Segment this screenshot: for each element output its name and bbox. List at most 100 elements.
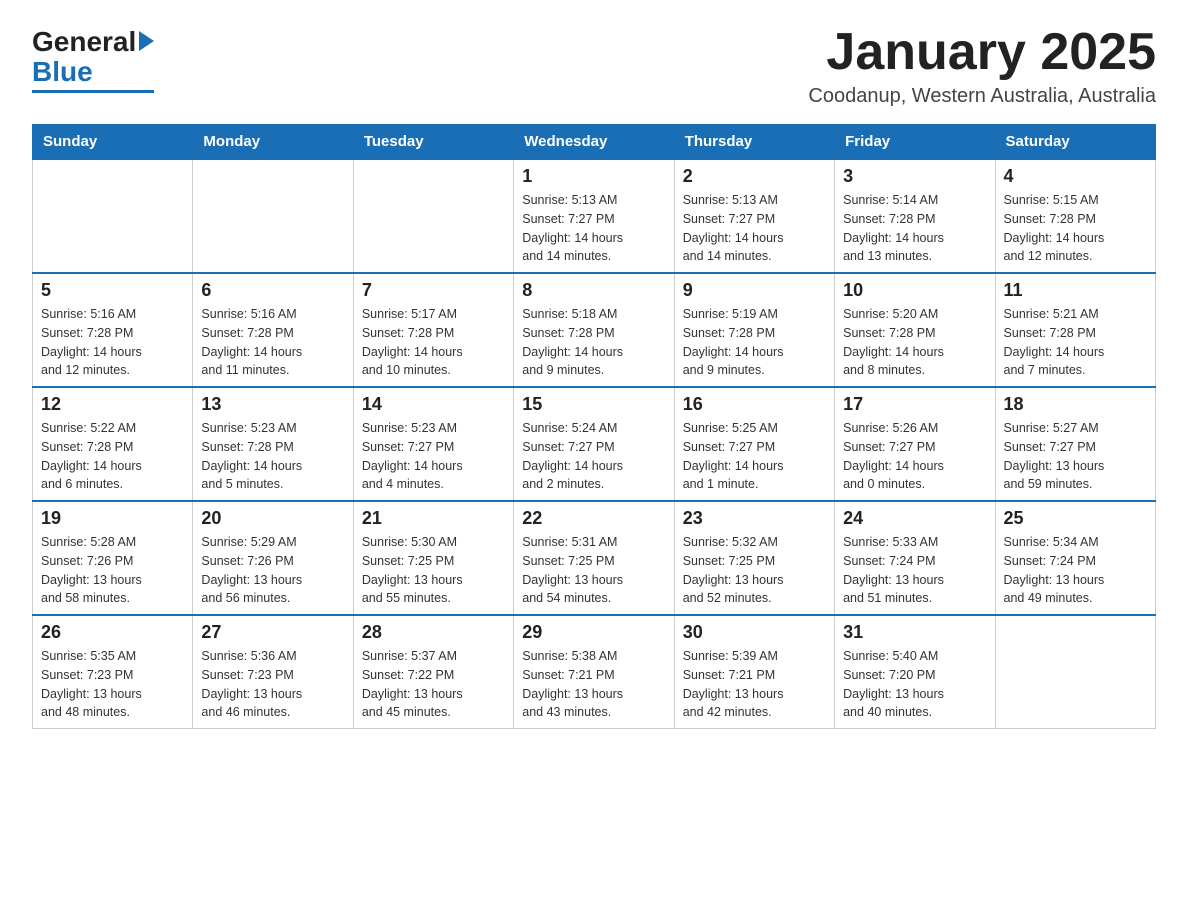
day-info: Sunrise: 5:13 AM Sunset: 7:27 PM Dayligh… [522,191,665,266]
calendar-cell: 19Sunrise: 5:28 AM Sunset: 7:26 PM Dayli… [33,501,193,615]
day-number: 28 [362,622,505,643]
day-header-monday: Monday [193,125,353,160]
day-number: 22 [522,508,665,529]
day-number: 7 [362,280,505,301]
day-number: 2 [683,166,826,187]
day-number: 24 [843,508,986,529]
day-info: Sunrise: 5:36 AM Sunset: 7:23 PM Dayligh… [201,647,344,722]
title-section: January 2025 Coodanup, Western Australia… [808,24,1156,108]
calendar-cell: 21Sunrise: 5:30 AM Sunset: 7:25 PM Dayli… [353,501,513,615]
calendar-cell: 3 Sunrise: 5:14 AM Sunset: 7:28 PM Daylig… [835,159,995,273]
day-number: 4 [1004,166,1147,187]
day-number: 13 [201,394,344,415]
calendar-cell: 31Sunrise: 5:40 AM Sunset: 7:20 PM Dayli… [835,615,995,729]
calendar-cell [33,159,193,273]
day-number: 1 [522,166,665,187]
calendar-cell: 11 Sunrise: 5:21 AM Sunset: 7:28 PM Dayli… [995,273,1155,387]
day-info: Sunrise: 5:14 AM Sunset: 7:28 PM Dayligh… [843,191,986,266]
day-number: 3 [843,166,986,187]
day-info: Sunrise: 5:17 AM Sunset: 7:28 PM Dayligh… [362,305,505,380]
day-info: Sunrise: 5:39 AM Sunset: 7:21 PM Dayligh… [683,647,826,722]
day-number: 10 [843,280,986,301]
calendar-week-1: 1 Sunrise: 5:13 AM Sunset: 7:27 PM Daylig… [33,159,1156,273]
day-header-tuesday: Tuesday [353,125,513,160]
subtitle: Coodanup, Western Australia, Australia [808,85,1156,108]
day-number: 29 [522,622,665,643]
day-number: 11 [1004,280,1147,301]
day-number: 16 [683,394,826,415]
calendar-cell: 6 Sunrise: 5:16 AM Sunset: 7:28 PM Daylig… [193,273,353,387]
calendar-cell: 17 Sunrise: 5:26 AM Sunset: 7:27 PM Dayli… [835,387,995,501]
calendar-cell: 24Sunrise: 5:33 AM Sunset: 7:24 PM Dayli… [835,501,995,615]
calendar-week-5: 26Sunrise: 5:35 AM Sunset: 7:23 PM Dayli… [33,615,1156,729]
day-number: 17 [843,394,986,415]
day-header-saturday: Saturday [995,125,1155,160]
day-info: Sunrise: 5:29 AM Sunset: 7:26 PM Dayligh… [201,533,344,608]
day-number: 26 [41,622,184,643]
calendar-cell: 7 Sunrise: 5:17 AM Sunset: 7:28 PM Daylig… [353,273,513,387]
day-info: Sunrise: 5:37 AM Sunset: 7:22 PM Dayligh… [362,647,505,722]
calendar-cell: 2 Sunrise: 5:13 AM Sunset: 7:27 PM Daylig… [674,159,834,273]
calendar-cell: 13 Sunrise: 5:23 AM Sunset: 7:28 PM Dayli… [193,387,353,501]
day-number: 6 [201,280,344,301]
calendar-cell: 16 Sunrise: 5:25 AM Sunset: 7:27 PM Dayli… [674,387,834,501]
calendar-week-2: 5 Sunrise: 5:16 AM Sunset: 7:28 PM Daylig… [33,273,1156,387]
day-info: Sunrise: 5:26 AM Sunset: 7:27 PM Dayligh… [843,419,986,494]
day-number: 27 [201,622,344,643]
calendar-cell: 15Sunrise: 5:24 AM Sunset: 7:27 PM Dayli… [514,387,674,501]
calendar-cell: 1 Sunrise: 5:13 AM Sunset: 7:27 PM Daylig… [514,159,674,273]
day-number: 25 [1004,508,1147,529]
day-info: Sunrise: 5:25 AM Sunset: 7:27 PM Dayligh… [683,419,826,494]
calendar-cell: 30 Sunrise: 5:39 AM Sunset: 7:21 PM Dayli… [674,615,834,729]
logo-underline [32,90,154,93]
day-number: 20 [201,508,344,529]
logo-triangle-icon [139,31,154,51]
day-info: Sunrise: 5:22 AM Sunset: 7:28 PM Dayligh… [41,419,184,494]
logo-blue-text: Blue [32,56,93,88]
day-info: Sunrise: 5:32 AM Sunset: 7:25 PM Dayligh… [683,533,826,608]
logo-general-text: General [32,28,136,56]
day-info: Sunrise: 5:31 AM Sunset: 7:25 PM Dayligh… [522,533,665,608]
day-info: Sunrise: 5:20 AM Sunset: 7:28 PM Dayligh… [843,305,986,380]
day-info: Sunrise: 5:15 AM Sunset: 7:28 PM Dayligh… [1004,191,1147,266]
logo: General Blue [32,28,154,93]
header-row: SundayMondayTuesdayWednesdayThursdayFrid… [33,125,1156,160]
calendar-cell: 14Sunrise: 5:23 AM Sunset: 7:27 PM Dayli… [353,387,513,501]
day-number: 15 [522,394,665,415]
day-info: Sunrise: 5:23 AM Sunset: 7:27 PM Dayligh… [362,419,505,494]
day-number: 30 [683,622,826,643]
day-info: Sunrise: 5:40 AM Sunset: 7:20 PM Dayligh… [843,647,986,722]
calendar-cell: 12 Sunrise: 5:22 AM Sunset: 7:28 PM Dayli… [33,387,193,501]
calendar-header: SundayMondayTuesdayWednesdayThursdayFrid… [33,125,1156,160]
day-number: 8 [522,280,665,301]
day-info: Sunrise: 5:30 AM Sunset: 7:25 PM Dayligh… [362,533,505,608]
day-number: 23 [683,508,826,529]
calendar-cell: 26Sunrise: 5:35 AM Sunset: 7:23 PM Dayli… [33,615,193,729]
day-info: Sunrise: 5:18 AM Sunset: 7:28 PM Dayligh… [522,305,665,380]
calendar-cell [995,615,1155,729]
day-header-wednesday: Wednesday [514,125,674,160]
day-header-friday: Friday [835,125,995,160]
calendar-cell: 23 Sunrise: 5:32 AM Sunset: 7:25 PM Dayli… [674,501,834,615]
day-number: 5 [41,280,184,301]
calendar-week-3: 12 Sunrise: 5:22 AM Sunset: 7:28 PM Dayli… [33,387,1156,501]
calendar-cell: 27 Sunrise: 5:36 AM Sunset: 7:23 PM Dayli… [193,615,353,729]
day-number: 19 [41,508,184,529]
day-info: Sunrise: 5:21 AM Sunset: 7:28 PM Dayligh… [1004,305,1147,380]
calendar-cell: 5Sunrise: 5:16 AM Sunset: 7:28 PM Daylig… [33,273,193,387]
calendar-body: 1 Sunrise: 5:13 AM Sunset: 7:27 PM Daylig… [33,159,1156,729]
day-info: Sunrise: 5:13 AM Sunset: 7:27 PM Dayligh… [683,191,826,266]
page-header: General Blue January 2025 Coodanup, West… [32,24,1156,108]
day-number: 18 [1004,394,1147,415]
calendar-cell: 20 Sunrise: 5:29 AM Sunset: 7:26 PM Dayli… [193,501,353,615]
day-header-sunday: Sunday [33,125,193,160]
day-info: Sunrise: 5:16 AM Sunset: 7:28 PM Dayligh… [201,305,344,380]
day-info: Sunrise: 5:38 AM Sunset: 7:21 PM Dayligh… [522,647,665,722]
main-title: January 2025 [808,24,1156,81]
calendar-cell: 28 Sunrise: 5:37 AM Sunset: 7:22 PM Dayli… [353,615,513,729]
calendar-cell: 4 Sunrise: 5:15 AM Sunset: 7:28 PM Daylig… [995,159,1155,273]
calendar-cell [353,159,513,273]
calendar-cell: 22 Sunrise: 5:31 AM Sunset: 7:25 PM Dayli… [514,501,674,615]
day-info: Sunrise: 5:23 AM Sunset: 7:28 PM Dayligh… [201,419,344,494]
day-number: 12 [41,394,184,415]
